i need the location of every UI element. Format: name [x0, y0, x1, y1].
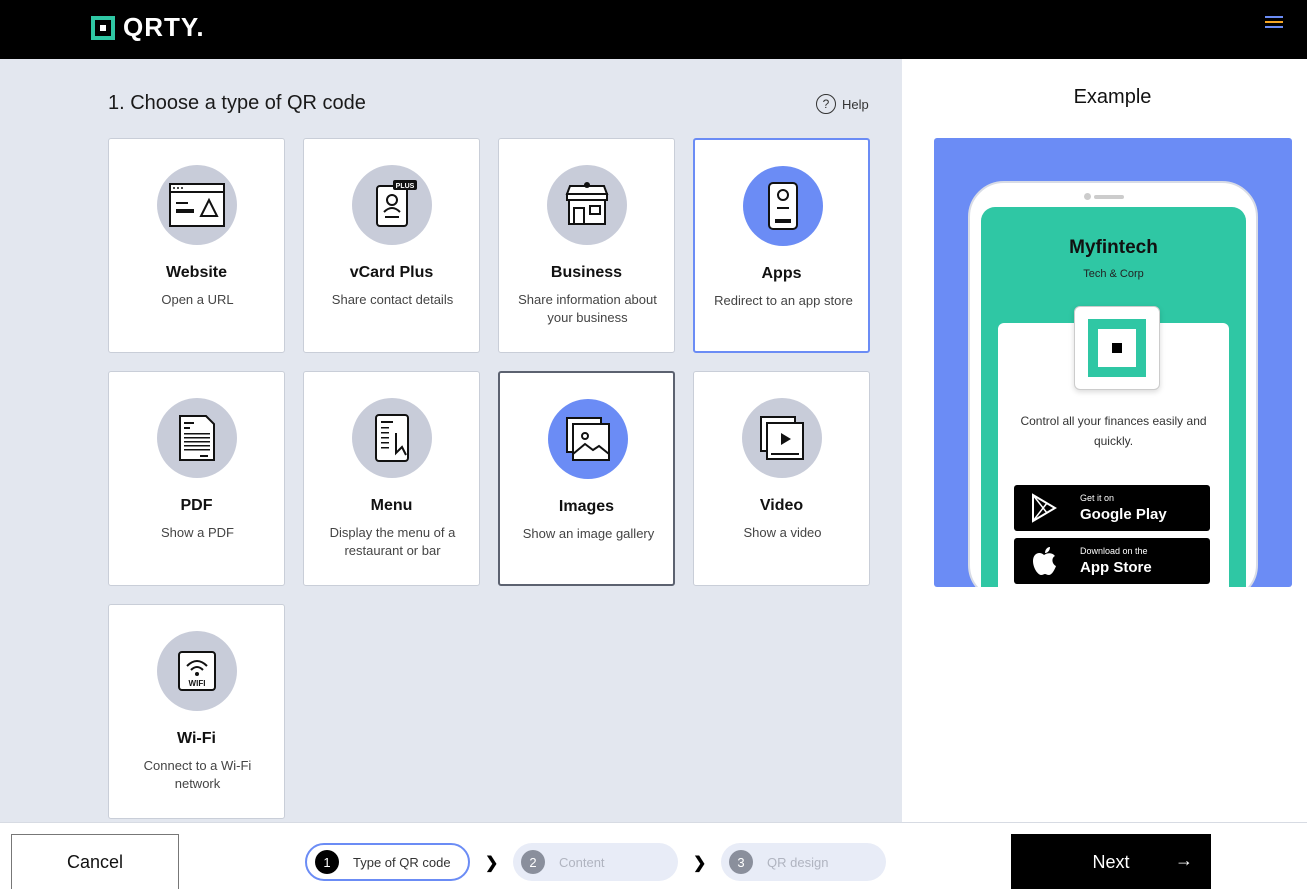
card-desc: Redirect to an app store [714, 293, 853, 308]
app-store-button: Download on the App Store [1014, 538, 1210, 584]
card-title: Images [558, 498, 615, 515]
card-title: Menu [370, 497, 413, 514]
example-title: Example [1073, 86, 1152, 108]
step-label: Content [559, 854, 605, 870]
apple-big-text: App Store [1080, 559, 1152, 576]
help-link[interactable]: ? Help [816, 94, 869, 114]
google-play-button: Get it on Google Play [1014, 485, 1210, 531]
card-vcard-plus[interactable]: PLUS vCard Plus Share contact details [303, 138, 480, 353]
chevron-right-icon: ❯ [485, 855, 499, 872]
card-menu[interactable]: Menu Display the menu of a restaurant or… [303, 371, 480, 586]
card-wifi[interactable]: WIFI Wi-Fi Connect to a Wi-Fi network [108, 604, 285, 819]
google-small-text: Get it on [1080, 493, 1115, 503]
step-label: QR design [767, 854, 829, 870]
bottom-bar: Cancel 1 Type of QR code ❯ 2 Content ❯ 3… [0, 822, 1307, 889]
card-website[interactable]: Website Open a URL [108, 138, 285, 353]
arrow-right-icon: → [1175, 850, 1193, 870]
qr-type-selection: 1. Choose a type of QR code ? Help Websi… [0, 59, 902, 822]
wifi-badge: WIFI [189, 679, 206, 688]
video-icon [742, 398, 822, 478]
phone-speaker [1094, 195, 1124, 199]
card-desc: Show an image gallery [522, 526, 655, 541]
card-pdf[interactable]: PDF Show a PDF [108, 371, 285, 586]
hamburger-menu-icon[interactable] [1265, 16, 1283, 30]
step-number: 3 [729, 850, 753, 874]
card-desc: Show a video [743, 525, 822, 540]
step-type-of-qr-code[interactable]: 1 Type of QR code [305, 843, 470, 881]
card-images[interactable]: Images Show an image gallery [498, 371, 675, 586]
card-title: Wi-Fi [177, 730, 216, 747]
step-number: 2 [521, 850, 545, 874]
phone-icon [743, 166, 823, 246]
wifi-icon: WIFI [157, 631, 237, 711]
cancel-button[interactable]: Cancel [11, 834, 179, 889]
app-description: Control all your finances easily and qui… [1020, 414, 1207, 448]
app-name: Myfintech [1069, 237, 1158, 258]
card-video[interactable]: Video Show a video [693, 371, 870, 586]
logo-mark-icon [91, 15, 115, 40]
top-bar: QRTY. [0, 0, 1307, 59]
apple-icon [1033, 547, 1056, 575]
help-label: Help [842, 96, 869, 112]
store-icon [547, 165, 627, 245]
apple-small-text: Download on the [1080, 546, 1148, 556]
help-icon: ? [816, 94, 836, 114]
google-big-text: Google Play [1080, 506, 1167, 523]
card-desc: Display the menu of a restaurant or bar [329, 525, 456, 558]
vcard-icon: PLUS [352, 165, 432, 245]
google-play-icon [1032, 493, 1057, 523]
card-title: Website [165, 264, 228, 281]
step-number: 1 [315, 850, 339, 874]
example-preview: Myfintech Tech & Corp Control all your f… [934, 138, 1292, 587]
card-desc: Show a PDF [161, 525, 234, 540]
card-desc: Connect to a Wi-Fi network [143, 758, 252, 791]
step-label: Type of QR code [353, 854, 451, 870]
phone-mockup: Myfintech Tech & Corp Control all your f… [968, 181, 1258, 587]
page-title: 1. Choose a type of QR code [108, 92, 366, 114]
logo[interactable]: QRTY. [91, 12, 205, 43]
app-subtitle: Tech & Corp [1083, 268, 1144, 280]
next-button[interactable]: Next → [1011, 834, 1211, 889]
menu-icon [352, 398, 432, 478]
card-desc: Share contact details [331, 292, 454, 307]
chevron-right-icon: ❯ [693, 855, 707, 872]
card-desc: Open a URL [161, 292, 234, 307]
images-icon [548, 399, 628, 479]
card-title: PDF [180, 497, 213, 514]
card-desc: Share information about your business [518, 292, 657, 325]
card-title: Business [550, 264, 623, 281]
phone-camera [1084, 193, 1091, 200]
card-apps[interactable]: Apps Redirect to an app store [693, 138, 870, 353]
card-title: vCard Plus [349, 264, 434, 281]
pdf-icon [157, 398, 237, 478]
logo-text: QRTY. [123, 12, 205, 42]
phone-screen: Myfintech Tech & Corp Control all your f… [981, 207, 1246, 587]
website-icon [157, 165, 237, 245]
step-qr-design[interactable]: 3 QR design [721, 843, 886, 881]
next-label: Next [1092, 851, 1130, 872]
example-panel: Example Myfintech Tech & Corp Control al… [902, 59, 1307, 822]
plus-badge: PLUS [396, 183, 415, 190]
step-content[interactable]: 2 Content [513, 843, 678, 881]
card-title: Apps [761, 265, 802, 282]
app-logo-icon [1074, 306, 1160, 390]
card-business[interactable]: Business Share information about your bu… [498, 138, 675, 353]
card-title: Video [759, 497, 804, 514]
